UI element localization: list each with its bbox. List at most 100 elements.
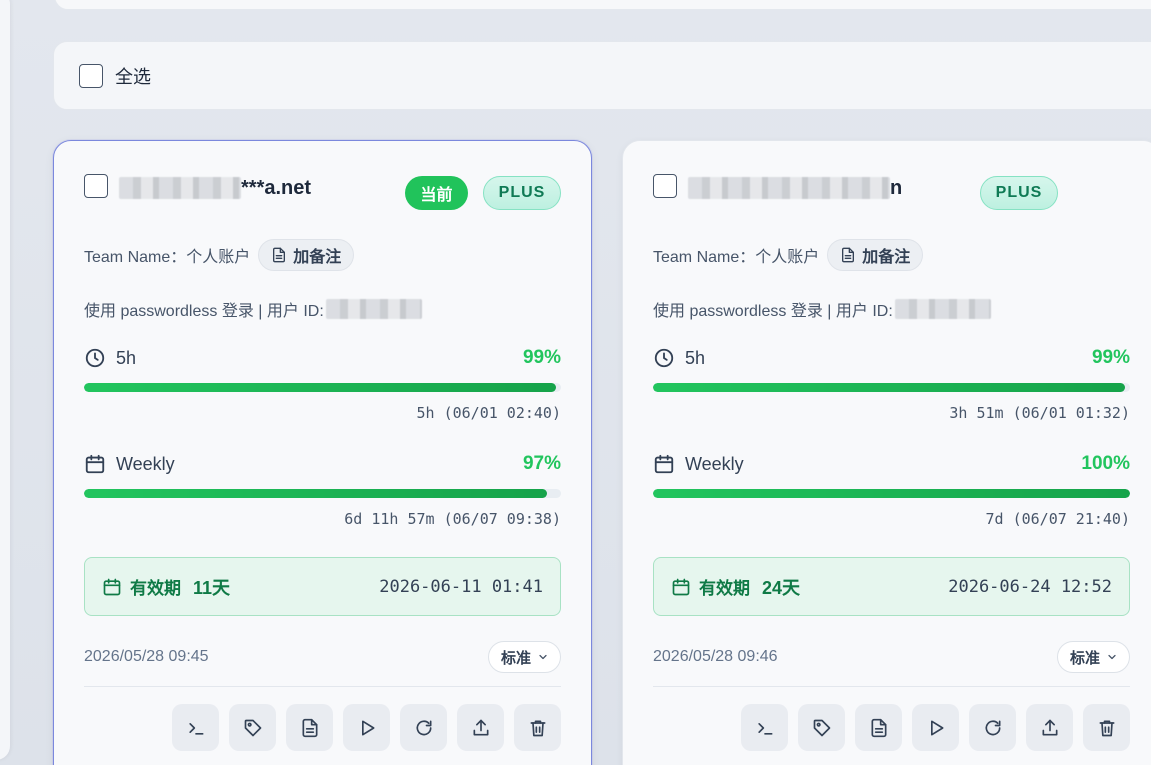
usage-weekly-percent: 100% [1081, 453, 1130, 474]
document-icon [869, 718, 889, 738]
usage-weekly-label: Weekly [84, 453, 175, 475]
usage-weekly-percent: 97% [522, 453, 561, 474]
chevron-down-icon [537, 651, 549, 663]
usage-weekly-reset: 6d 11h 57m (06/07 09:38) [344, 510, 561, 528]
account-manager: 全选 ***a.net 当前 PLUS Team Name：个人账户 加备注 使… [0, 0, 1151, 765]
details-button[interactable] [286, 704, 333, 751]
action-bar [172, 704, 561, 751]
account-checkbox[interactable] [84, 174, 108, 198]
usage-weekly-bar [653, 489, 1130, 498]
validity-days: 11天 [193, 577, 231, 598]
terminal-icon [186, 718, 206, 738]
trash-icon [1097, 718, 1117, 738]
card-divider [84, 686, 561, 687]
delete-button[interactable] [514, 704, 561, 751]
play-icon [357, 718, 377, 738]
usage-weekly-fill [653, 489, 1130, 498]
tag-button[interactable] [798, 704, 845, 751]
usage-5h-bar [84, 383, 561, 392]
usage-5h-label: 5h [653, 347, 705, 369]
login-row: 使用 passwordless 登录 | 用户 ID: [84, 297, 422, 321]
usage-5h-text: 5h [116, 347, 137, 368]
account-email: ***a.net [119, 177, 311, 207]
usage-5h-text: 5h [685, 347, 706, 368]
email-visible-part: n [890, 177, 903, 199]
redacted-email [688, 177, 890, 199]
login-info: 使用 passwordless 登录 | 用户 ID: [84, 303, 324, 320]
account-card: ***a.net 当前 PLUS Team Name：个人账户 加备注 使用 p… [53, 140, 592, 765]
chevron-down-icon [1106, 651, 1118, 663]
account-email: n [688, 177, 902, 207]
team-name: Team Name：个人账户 [653, 249, 820, 266]
add-note-label: 加备注 [862, 249, 911, 266]
usage-5h-reset: 3h 51m (06/01 01:32) [949, 404, 1130, 422]
export-button[interactable] [1026, 704, 1073, 751]
team-row: Team Name：个人账户 加备注 [84, 239, 355, 271]
upload-icon [471, 718, 491, 738]
refresh-icon [983, 718, 1003, 738]
plan-badge: PLUS [483, 176, 561, 210]
calendar-icon [84, 453, 106, 475]
calendar-icon [102, 577, 122, 597]
account-card: n PLUS Team Name：个人账户 加备注 使用 passwordles… [622, 140, 1151, 765]
redacted-user-id [325, 299, 422, 319]
redacted-user-id [894, 299, 991, 319]
usage-5h-row: 5h 99% [653, 346, 1130, 370]
tag-icon [243, 718, 263, 738]
usage-weekly-reset: 7d (06/07 21:40) [985, 510, 1131, 528]
validity-label-group: 有效期 11天 [102, 574, 230, 600]
terminal-button[interactable] [741, 704, 788, 751]
usage-5h-percent: 99% [1091, 347, 1130, 368]
calendar-icon [653, 453, 675, 475]
upload-icon [1040, 718, 1060, 738]
usage-5h-reset: 5h (06/01 02:40) [416, 404, 562, 422]
play-button[interactable] [912, 704, 959, 751]
mode-select[interactable]: 标准 [487, 641, 561, 673]
terminal-button[interactable] [172, 704, 219, 751]
card-divider [653, 686, 1130, 687]
created-time: 2026/05/28 09:45 [84, 648, 209, 665]
add-note-label: 加备注 [293, 249, 342, 266]
action-bar [741, 704, 1130, 751]
team-name: Team Name：个人账户 [84, 249, 251, 266]
usage-5h-fill [84, 383, 557, 392]
usage-5h-label: 5h [84, 347, 136, 369]
refresh-button[interactable] [400, 704, 447, 751]
mode-value: 标准 [500, 649, 531, 667]
usage-weekly-label: Weekly [653, 453, 744, 475]
clock-icon [653, 347, 675, 369]
details-button[interactable] [855, 704, 902, 751]
account-checkbox[interactable] [653, 174, 677, 198]
validity-days: 24天 [762, 577, 801, 598]
redacted-email [119, 177, 241, 199]
add-note-button[interactable]: 加备注 [827, 239, 924, 271]
current-badge: 当前 [405, 176, 468, 210]
delete-button[interactable] [1083, 704, 1130, 751]
tag-button[interactable] [229, 704, 276, 751]
refresh-button[interactable] [969, 704, 1016, 751]
document-icon [271, 247, 287, 263]
validity-label: 有效期 [130, 579, 181, 598]
mode-value: 标准 [1069, 649, 1100, 667]
calendar-icon [671, 577, 691, 597]
clock-icon [84, 347, 106, 369]
usage-5h-percent: 99% [522, 347, 561, 368]
trash-icon [528, 718, 548, 738]
mode-select[interactable]: 标准 [1056, 641, 1130, 673]
select-all-label: 全选 [115, 66, 151, 87]
play-button[interactable] [343, 704, 390, 751]
usage-weekly-bar [84, 489, 561, 498]
export-button[interactable] [457, 704, 504, 751]
select-all-checkbox[interactable] [79, 63, 103, 88]
plan-badge: PLUS [980, 176, 1058, 210]
document-icon [300, 718, 320, 738]
validity-expiry: 2026-06-11 01:41 [379, 576, 543, 597]
validity-box: 有效期 24天 2026-06-24 12:52 [653, 557, 1130, 616]
terminal-icon [755, 718, 775, 738]
usage-5h-bar [653, 383, 1130, 392]
add-note-button[interactable]: 加备注 [258, 239, 355, 271]
select-all-bar: 全选 [53, 41, 1151, 110]
usage-weekly-row: Weekly 100% [653, 452, 1130, 476]
usage-weekly-text: Weekly [116, 453, 175, 474]
usage-weekly-text: Weekly [685, 453, 744, 474]
